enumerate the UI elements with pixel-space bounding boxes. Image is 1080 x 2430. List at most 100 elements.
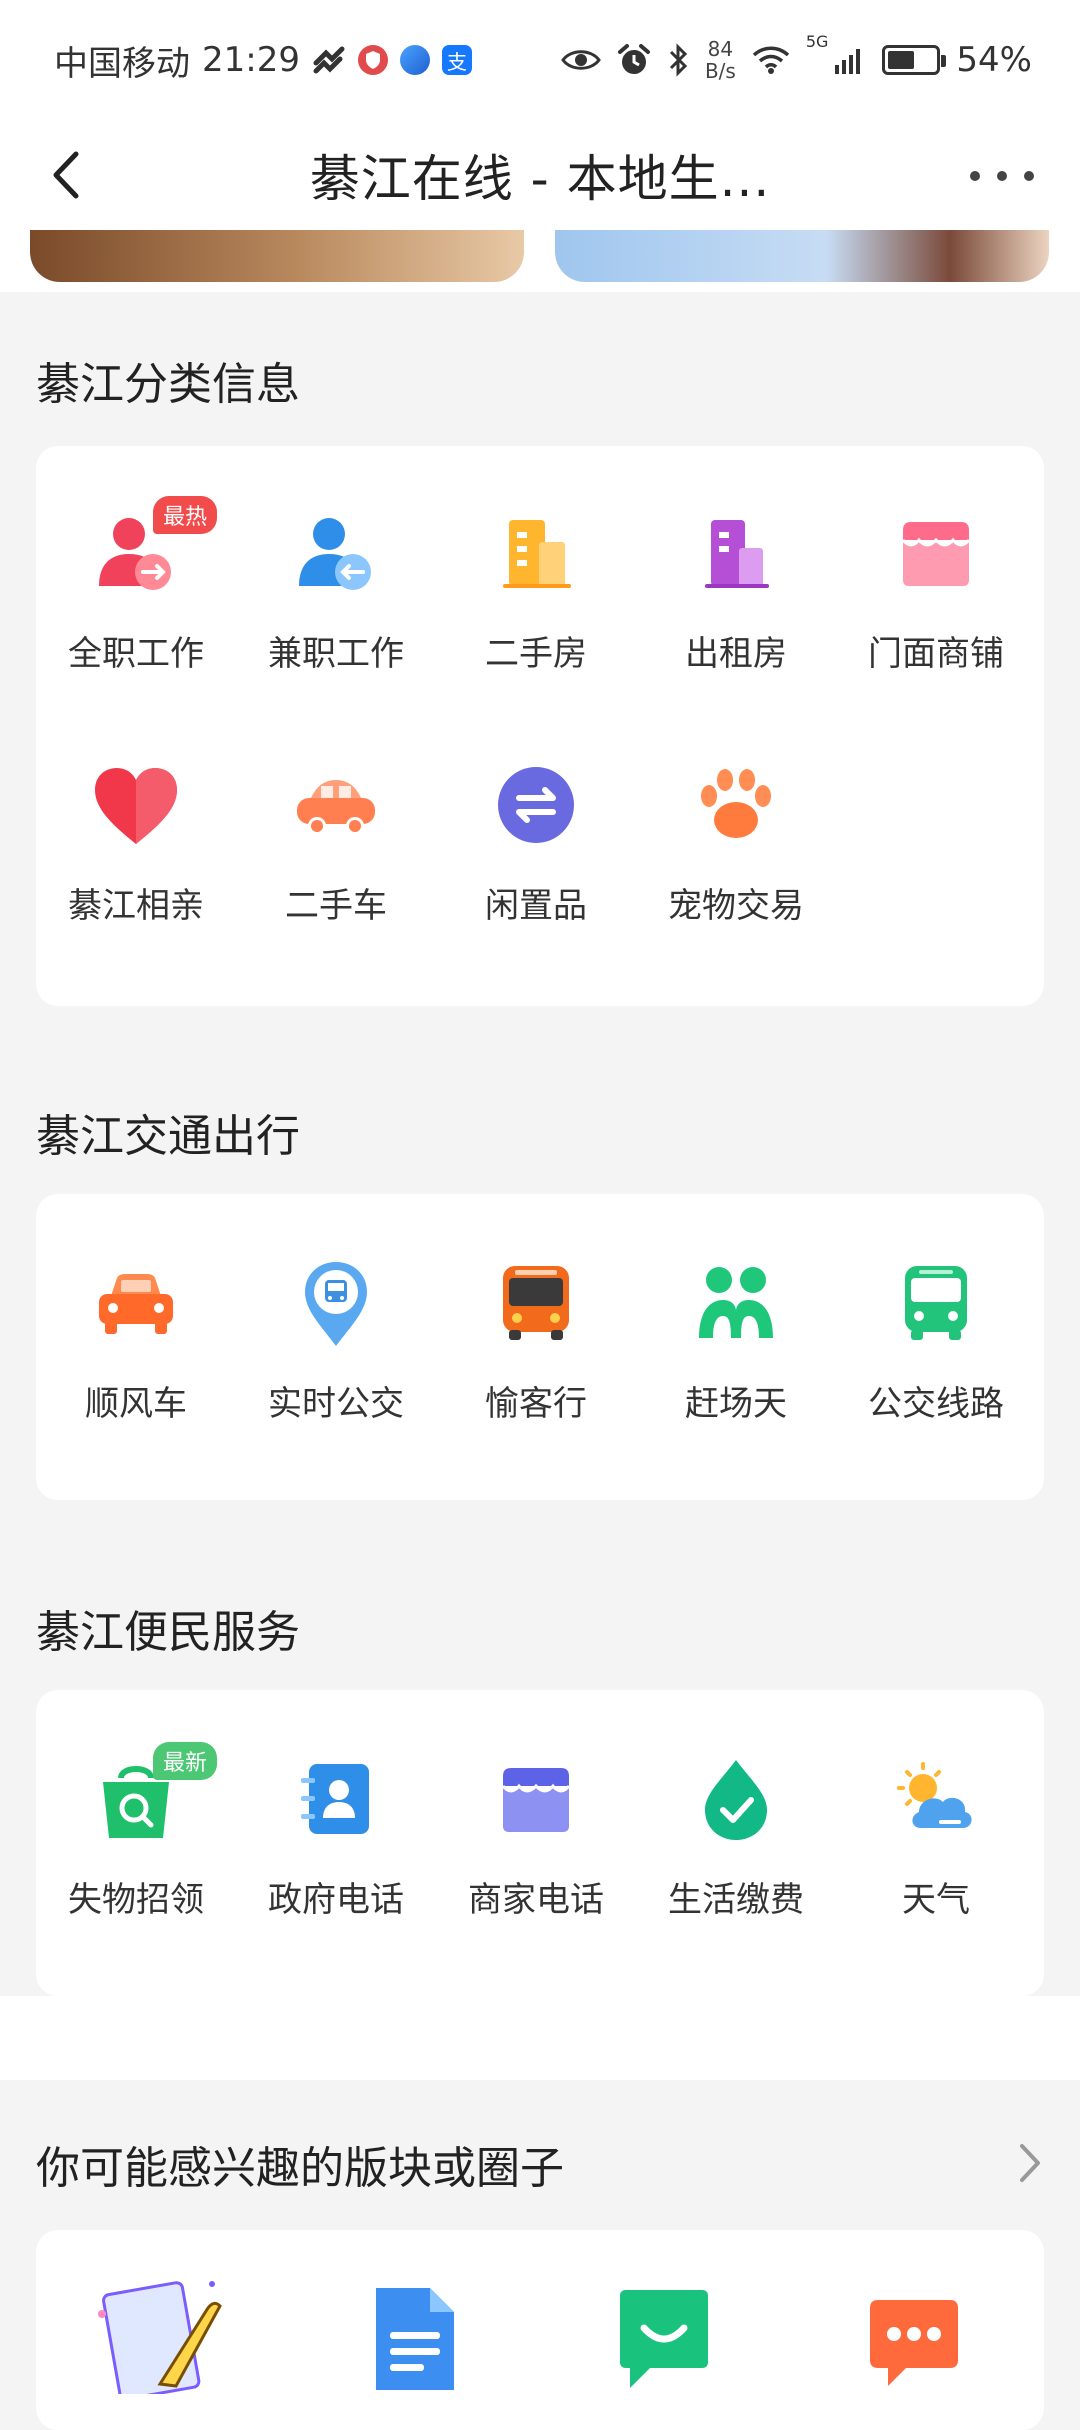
link-icon bbox=[313, 46, 345, 74]
circle-thumb-notes[interactable] bbox=[90, 2274, 230, 2401]
bag-search-icon: 最新 bbox=[91, 1742, 218, 1844]
grid-item-bus-routes[interactable]: 公交线路 bbox=[836, 1258, 1036, 1425]
status-bar: 中国移动 21:29 支 84 B/s 5G 54% bbox=[0, 0, 1080, 120]
grid-item-label: 天气 bbox=[902, 1880, 970, 1920]
bluetooth-icon bbox=[669, 43, 688, 77]
heart-icon bbox=[91, 760, 181, 850]
exchange-icon bbox=[491, 760, 581, 850]
grid-item-label: 政府电话 bbox=[268, 1880, 404, 1920]
circle-thumb-chat[interactable] bbox=[616, 2284, 712, 2394]
grid-item-label: 兼职工作 bbox=[268, 634, 404, 674]
document-icon bbox=[376, 2288, 454, 2390]
eye-icon bbox=[561, 50, 601, 70]
section-title: 綦江便民服务 bbox=[36, 1607, 300, 1658]
classified-card: 最热 全职工作 兼职工作 二手房 出租房 门面商铺 綦江相亲 二手车 闲置品 宠… bbox=[36, 446, 1044, 1006]
grid-item-label: 二手车 bbox=[285, 886, 387, 926]
back-arrow-icon[interactable] bbox=[40, 142, 100, 208]
store-icon bbox=[491, 1754, 581, 1844]
notes-quill-icon bbox=[98, 2281, 222, 2401]
message-dots-icon bbox=[870, 2300, 958, 2386]
user-transfer-icon: 最热 bbox=[91, 496, 218, 598]
grid-item-label: 綦江相亲 bbox=[68, 886, 204, 926]
grid-item-label: 愉客行 bbox=[485, 1384, 587, 1424]
grid-item-weather[interactable]: 天气 bbox=[836, 1754, 1036, 1921]
section-services: 綦江便民服务 最新 失物招领 政府电话 商家电话 生活缴费 天气 bbox=[0, 1540, 1080, 1996]
grid-item-label: 失物招领 bbox=[68, 1880, 204, 1920]
grid-item-storefront[interactable]: 门面商铺 bbox=[836, 508, 1036, 675]
car-front-icon bbox=[91, 1258, 181, 1348]
grid-item-label: 闲置品 bbox=[485, 886, 587, 926]
sun-cloud-icon bbox=[891, 1754, 981, 1844]
grid-item-carpool[interactable]: 顺风车 bbox=[36, 1258, 236, 1425]
section-classified: 綦江分类信息 最热 全职工作 兼职工作 二手房 出租房 门面商铺 綦江相亲 二手… bbox=[0, 292, 1080, 1006]
banner-strip bbox=[0, 230, 1080, 292]
store-icon bbox=[891, 508, 981, 598]
grid-item-lost-found[interactable]: 最新 失物招领 bbox=[36, 1742, 236, 1921]
grid-item-utility-payment[interactable]: 生活缴费 bbox=[636, 1754, 836, 1921]
chevron-right-icon[interactable] bbox=[1014, 2138, 1044, 2188]
grid-item-second-hand-house[interactable]: 二手房 bbox=[436, 508, 636, 675]
shield-app-icon bbox=[357, 45, 388, 75]
grid-item-label: 商家电话 bbox=[468, 1880, 604, 1920]
circle-thumb-document[interactable] bbox=[370, 2284, 460, 2394]
section-title: 綦江分类信息 bbox=[36, 359, 300, 410]
more-options-button[interactable] bbox=[970, 156, 1034, 196]
grid-item-yukexing[interactable]: 愉客行 bbox=[436, 1258, 636, 1425]
people-icon bbox=[691, 1258, 781, 1348]
grid-item-fulltime-job[interactable]: 最热 全职工作 bbox=[36, 496, 236, 675]
battery-percent: 54% bbox=[956, 40, 1032, 80]
services-card: 最新 失物招领 政府电话 商家电话 生活缴费 天气 bbox=[36, 1690, 1044, 1996]
user-return-icon bbox=[291, 508, 381, 598]
grid-item-pet-trade[interactable]: 宠物交易 bbox=[636, 760, 836, 927]
car-icon bbox=[291, 760, 381, 850]
recommend-card bbox=[36, 2230, 1044, 2430]
smile-chat-icon bbox=[620, 2290, 708, 2388]
hot-tag: 最热 bbox=[153, 496, 218, 534]
building-icon bbox=[491, 508, 581, 598]
grid-item-parttime-job[interactable]: 兼职工作 bbox=[236, 508, 436, 675]
grid-item-label: 公交线路 bbox=[868, 1384, 1004, 1424]
planet-app-icon bbox=[399, 45, 430, 75]
alipay-icon: 支 bbox=[441, 45, 472, 75]
grid-item-label: 顺风车 bbox=[85, 1384, 187, 1424]
banner-image-left[interactable] bbox=[30, 230, 524, 282]
bus-location-pin-icon bbox=[291, 1258, 381, 1348]
contact-card-icon bbox=[291, 1754, 381, 1844]
transport-card: 顺风车 实时公交 愉客行 赶场天 公交线路 bbox=[36, 1194, 1044, 1500]
grid-item-gov-phone[interactable]: 政府电话 bbox=[236, 1754, 436, 1921]
section-title: 綦江交通出行 bbox=[36, 1111, 300, 1162]
grid-item-realtime-bus[interactable]: 实时公交 bbox=[236, 1258, 436, 1425]
paw-icon bbox=[691, 760, 781, 850]
water-drop-check-icon bbox=[691, 1754, 781, 1844]
section-title: 你可能感兴趣的版块或圈子 bbox=[36, 2143, 564, 2194]
grid-item-dating[interactable]: 綦江相亲 bbox=[36, 760, 236, 927]
dot bbox=[970, 171, 980, 181]
grid-item-label: 赶场天 bbox=[685, 1384, 787, 1424]
grid-item-label: 出租房 bbox=[685, 634, 787, 674]
dot bbox=[997, 171, 1007, 181]
grid-item-rental-house[interactable]: 出租房 bbox=[636, 508, 836, 675]
banner-image-right[interactable] bbox=[555, 230, 1049, 282]
grid-item-label: 全职工作 bbox=[68, 634, 204, 674]
circle-thumb-message[interactable] bbox=[866, 2294, 962, 2394]
dot bbox=[1024, 171, 1034, 181]
grid-item-used-car[interactable]: 二手车 bbox=[236, 760, 436, 927]
grid-item-market-day[interactable]: 赶场天 bbox=[636, 1258, 836, 1425]
grid-item-label: 实时公交 bbox=[268, 1384, 404, 1424]
section-recommend: 你可能感兴趣的版块或圈子 bbox=[0, 2080, 1080, 2430]
grid-item-merchant-phone[interactable]: 商家电话 bbox=[436, 1754, 636, 1921]
grid-item-label: 宠物交易 bbox=[668, 886, 804, 926]
signal-icon bbox=[835, 49, 861, 74]
grid-item-label: 生活缴费 bbox=[668, 1880, 804, 1920]
network-speed: 84 B/s bbox=[704, 37, 736, 83]
grid-item-label: 二手房 bbox=[485, 634, 587, 674]
grid-item-idle-goods[interactable]: 闲置品 bbox=[436, 760, 636, 927]
clock: 21:29 bbox=[202, 40, 300, 80]
wifi-icon bbox=[752, 46, 790, 74]
network-type: 5G bbox=[805, 32, 829, 51]
nav-bar: 綦江在线 - 本地生... bbox=[0, 120, 1080, 230]
section-divider bbox=[0, 1996, 1080, 2080]
battery-icon bbox=[882, 45, 947, 75]
alarm-icon bbox=[617, 44, 650, 74]
grid-item-label: 门面商铺 bbox=[868, 634, 1004, 674]
